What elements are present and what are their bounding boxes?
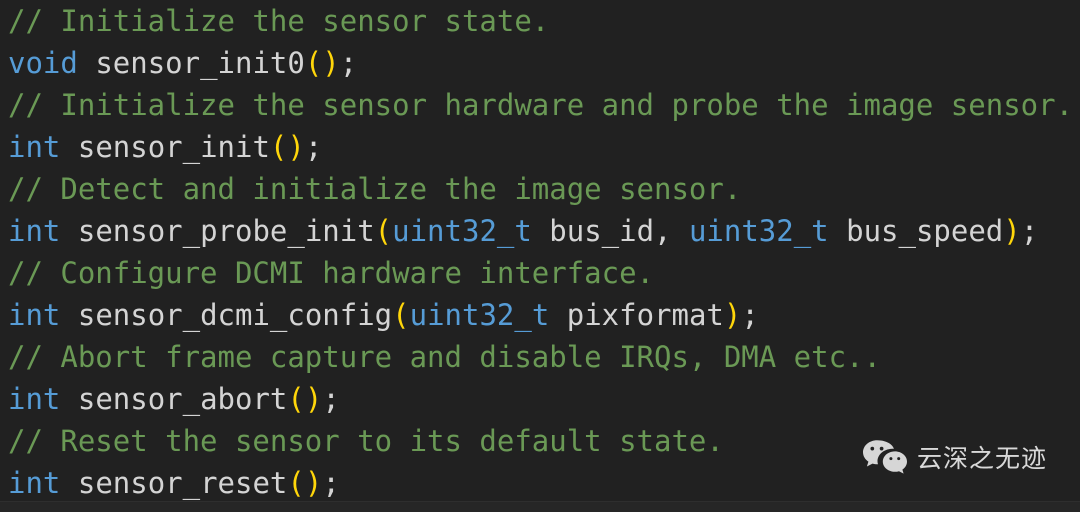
code-token: bus_id: [531, 214, 655, 248]
code-token: ;: [322, 466, 340, 500]
code-token: ;: [339, 46, 358, 80]
code-token: // Configure DCMI hardware interface.: [8, 256, 655, 290]
code-token: uint32_t: [688, 214, 829, 248]
code-token: sensor_dcmi_config: [77, 298, 393, 332]
code-line: // Initialize the sensor state.: [8, 0, 1080, 42]
code-token: sensor_reset: [77, 466, 288, 500]
code-line: int sensor_dcmi_config(uint32_t pixforma…: [8, 294, 1080, 336]
code-token: uint32_t: [409, 298, 550, 332]
code-token: (: [287, 466, 305, 500]
code-token: // Initialize the sensor state.: [8, 4, 550, 38]
code-token: int: [8, 382, 61, 416]
code-line: void sensor_init0();: [8, 42, 1080, 84]
watermark-text: 云深之无迹: [917, 443, 1048, 473]
code-token: int: [8, 214, 61, 248]
code-token: uint32_t: [392, 214, 532, 248]
code-token: (: [304, 46, 323, 80]
code-token: ;: [304, 130, 323, 164]
code-token: ;: [322, 382, 340, 416]
code-token: bus_speed: [828, 214, 1004, 248]
code-line: // Detect and initialize the image senso…: [8, 168, 1080, 210]
code-line: // Abort frame capture and disable IRQs,…: [8, 336, 1080, 378]
code-line: // Configure DCMI hardware interface.: [8, 252, 1080, 294]
wechat-icon: [862, 438, 908, 478]
code-token: (: [392, 298, 410, 332]
code-token: ): [287, 130, 305, 164]
code-token: // Reset the sensor to its default state…: [8, 424, 724, 458]
code-block: // Initialize the sensor state. void sens…: [8, 0, 1080, 504]
code-line: int sensor_abort();: [8, 378, 1080, 420]
code-token: ;: [741, 298, 759, 332]
code-token: // Abort frame capture and disable IRQs,…: [8, 340, 881, 374]
code-token: void: [8, 46, 78, 80]
code-token: sensor_init0: [95, 46, 305, 80]
code-token: int: [8, 130, 61, 164]
code-token: (: [374, 214, 393, 248]
code-token: ;: [1020, 214, 1039, 248]
code-token: int: [8, 466, 61, 500]
code-token: ): [304, 466, 323, 500]
code-line: // Initialize the sensor hardware and pr…: [8, 84, 1080, 126]
code-line: int sensor_probe_init(uint32_t bus_id, u…: [8, 210, 1080, 252]
code-token: sensor_abort: [77, 382, 288, 416]
code-screenshot: // Initialize the sensor state. void sens…: [0, 0, 1080, 512]
code-line: int sensor_init();: [8, 126, 1080, 168]
bottom-strip: [0, 501, 1080, 512]
code-token: ): [304, 382, 323, 416]
watermark: 云深之无迹: [862, 438, 1047, 478]
code-token: sensor_probe_init: [77, 214, 375, 248]
code-token: ,: [654, 214, 689, 248]
code-token: ): [1003, 214, 1021, 248]
code-token: (: [287, 382, 305, 416]
code-token: pixformat: [549, 298, 724, 332]
code-token: ): [322, 46, 340, 80]
code-token: ): [723, 298, 742, 332]
code-token: sensor_init: [77, 130, 270, 164]
code-token: // Initialize the sensor hardware and pr…: [8, 88, 1074, 122]
code-token: (: [269, 130, 288, 164]
code-token: int: [8, 298, 61, 332]
code-token: // Detect and initialize the image senso…: [8, 172, 742, 206]
